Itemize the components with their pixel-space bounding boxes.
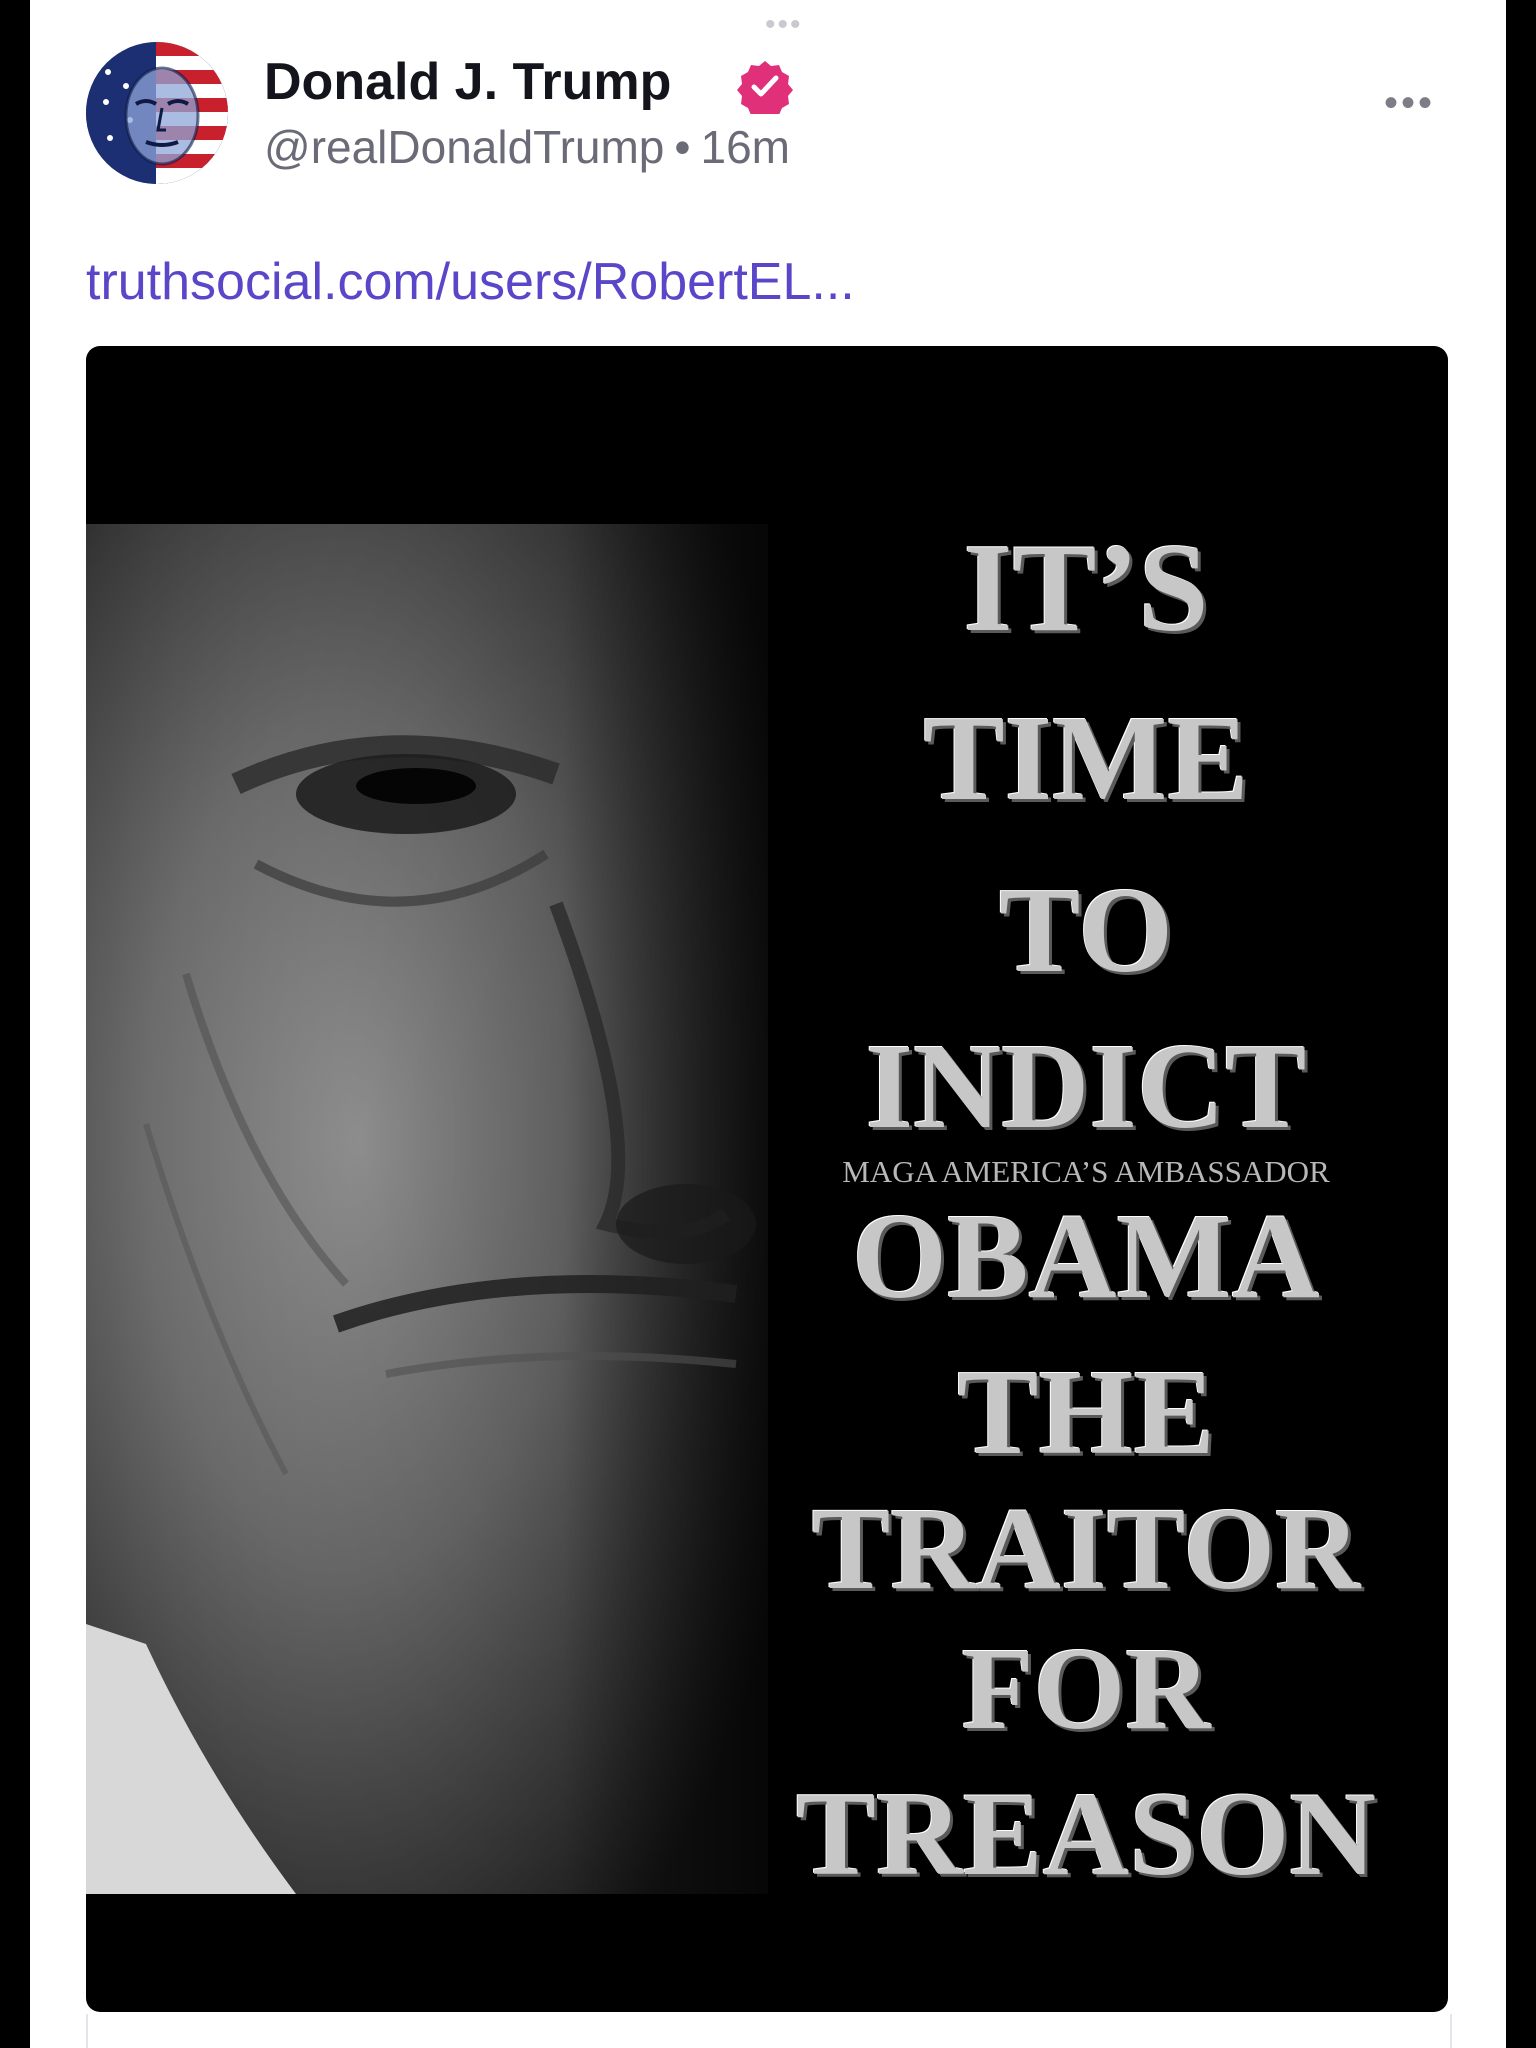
right-screen-edge xyxy=(1506,0,1536,2048)
post-footer-edge xyxy=(86,2014,1452,2048)
post-card: ••• Donald J. Trump @realDonaldTrump • 1… xyxy=(30,0,1506,2048)
verified-badge-icon xyxy=(737,58,793,119)
poster-line-obama: OBAMA xyxy=(852,1189,1320,1324)
post-image[interactable]: IT’S TIME TO INDICT MAGA AMERICA’S AMBAS… xyxy=(86,346,1448,2012)
poster-line-its: IT’S xyxy=(963,519,1209,658)
author-handle[interactable]: @realDonaldTrump xyxy=(264,121,664,173)
meta-separator: • xyxy=(674,121,691,173)
poster-line-to: TO xyxy=(998,863,1174,998)
poster-subtitle: MAGA AMERICA’S AMBASSADOR xyxy=(842,1154,1330,1189)
author-name[interactable]: Donald J. Trump xyxy=(264,52,671,112)
more-options-icon[interactable]: ••• xyxy=(1384,83,1435,123)
post-link[interactable]: truthsocial.com/users/RobertEL... xyxy=(86,252,855,312)
post-timestamp[interactable]: 16m xyxy=(700,121,789,173)
portrait-photo xyxy=(86,524,768,1894)
avatar[interactable] xyxy=(86,42,228,184)
poster-line-treason: TREASON xyxy=(795,1767,1377,1900)
poster-line-traitor: TRAITOR xyxy=(811,1483,1361,1614)
drag-handle[interactable]: ••• xyxy=(765,10,803,40)
poster-line-time: TIME xyxy=(923,691,1249,826)
poster-line-for: FOR xyxy=(961,1623,1211,1754)
left-screen-edge xyxy=(0,0,30,2048)
poster-line-the: THE xyxy=(957,1345,1215,1480)
post-meta: @realDonaldTrump • 16m xyxy=(264,120,790,174)
poster-line-indict: INDICT xyxy=(865,1019,1307,1154)
